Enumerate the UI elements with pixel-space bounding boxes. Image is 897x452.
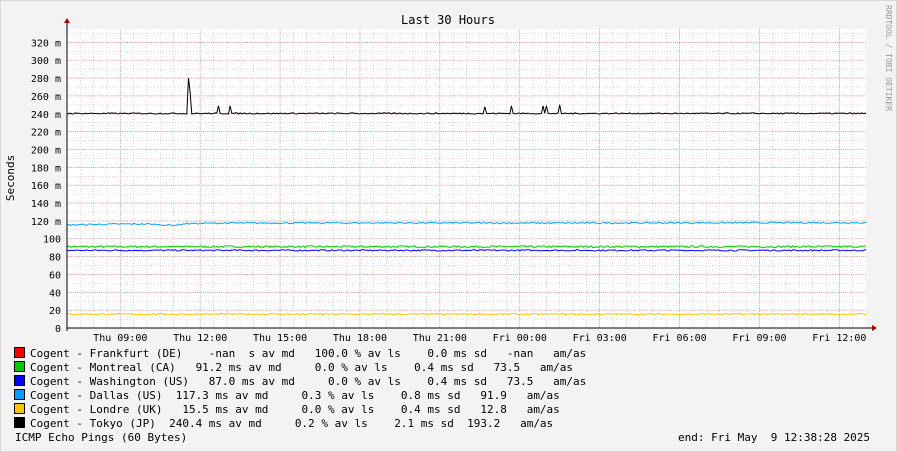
x-tick-label: Thu 15:00 (253, 333, 307, 344)
y-tick-label: 140 m (31, 199, 61, 210)
legend-item: Cogent - Washington (US) 87.0 ms av md 0… (14, 375, 586, 389)
y-tick-label: 0 (55, 324, 61, 335)
y-tick-label: 100 (43, 235, 61, 246)
x-tick-label: Thu 21:00 (413, 333, 467, 344)
legend-text: Cogent - Tokyo (JP) 240.4 ms av md 0.2 %… (30, 417, 554, 430)
y-axis-arrow (64, 18, 70, 23)
y-tick-label: 280 m (31, 74, 61, 85)
y-tick-label: 40 (49, 288, 61, 299)
footer-right: end: Fri May 9 12:38:28 2025 (678, 431, 871, 444)
x-tick-label: Thu 09:00 (93, 333, 147, 344)
y-tick-label: 200 m (31, 145, 61, 156)
y-tick-label: 300 m (31, 56, 61, 67)
chart-title: Last 30 Hours (401, 13, 495, 27)
x-tick-label: Thu 12:00 (173, 333, 227, 344)
legend-text: Cogent - Londre (UK) 15.5 ms av md 0.0 %… (30, 403, 560, 416)
legend-swatch (14, 389, 25, 400)
legend-swatch (14, 375, 25, 386)
y-tick-label: 320 m (31, 38, 61, 49)
x-tick-label: Thu 18:00 (333, 333, 387, 344)
y-tick-label: 20 (49, 306, 61, 317)
x-tick-label: Fri 09:00 (732, 333, 786, 344)
legend-item: Cogent - Tokyo (JP) 240.4 ms av md 0.2 %… (14, 417, 553, 431)
legend-text: Cogent - Montreal (CA) 91.2 ms av md 0.0… (30, 361, 574, 374)
y-tick-label: 80 (49, 253, 61, 264)
x-tick-label: Fri 00:00 (493, 333, 547, 344)
legend-item: Cogent - Dallas (US) 117.3 ms av md 0.3 … (14, 389, 560, 403)
legend-swatch (14, 403, 25, 414)
footer-left: ICMP Echo Pings (60 Bytes) (15, 431, 188, 444)
x-tick-label: Fri 03:00 (573, 333, 627, 344)
legend-item: Cogent - Londre (UK) 15.5 ms av md 0.0 %… (14, 403, 560, 417)
x-tick-label: Fri 06:00 (652, 333, 706, 344)
legend-text: Cogent - Frankfurt (DE) -nan s av md 100… (30, 347, 587, 360)
y-tick-label: 60 (49, 270, 61, 281)
y-axis-label: Seconds (4, 155, 17, 201)
watermark: RRDTOOL / TOBI OETIKER (884, 5, 893, 111)
y-tick-label: 260 m (31, 92, 61, 103)
y-tick-label: 160 m (31, 181, 61, 192)
y-tick-label: 220 m (31, 128, 61, 139)
x-tick-label: Fri 12:00 (812, 333, 866, 344)
legend-text: Cogent - Dallas (US) 117.3 ms av md 0.3 … (30, 389, 560, 402)
legend-item: Cogent - Montreal (CA) 91.2 ms av md 0.0… (14, 361, 573, 375)
legend-text: Cogent - Washington (US) 87.0 ms av md 0… (30, 375, 587, 388)
y-tick-label: 180 m (31, 163, 61, 174)
y-tick-label: 240 m (31, 110, 61, 121)
legend-swatch (14, 417, 25, 428)
legend-swatch (14, 361, 25, 372)
legend-item: Cogent - Frankfurt (DE) -nan s av md 100… (14, 347, 586, 361)
x-axis-arrow (872, 325, 877, 331)
y-tick-label: 120 m (31, 217, 61, 228)
legend-swatch (14, 347, 25, 358)
